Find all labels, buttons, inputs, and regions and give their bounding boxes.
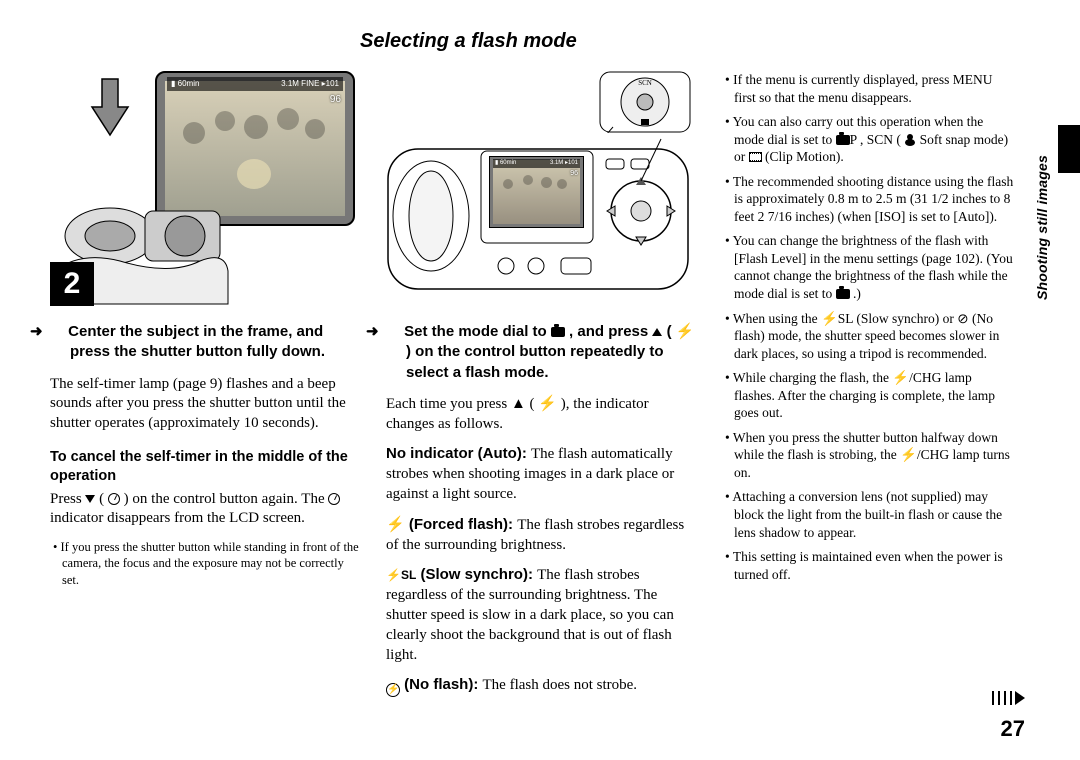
lcd-thumbnail: ▮ 60min 3.1M ▸101 96 — [489, 156, 584, 228]
cancel-heading: To cancel the self-timer in the middle o… — [50, 448, 360, 486]
side-section-label: Shooting still images — [1034, 155, 1050, 300]
flash-icon: ⚡ — [386, 517, 405, 533]
camera-mode-icon — [836, 289, 850, 299]
clip-motion-icon — [749, 152, 762, 162]
note-persist: This setting is maintained even when the… — [722, 548, 1015, 583]
column-1: ▮ 60min 3.1M FINE ▸101 96 — [50, 71, 360, 707]
flash-mode-forced: ⚡ (Forced flash): The flash strobes rega… — [386, 515, 696, 556]
figure-camera-back: SCN — [386, 71, 691, 306]
note-halfpress: When you press the shutter button halfwa… — [722, 429, 1015, 482]
overlay-count: 96 — [330, 93, 341, 106]
page-number: 27 — [1001, 716, 1025, 742]
slow-synchro-icon: ⚡SL — [386, 568, 416, 582]
note-menu: If the menu is currently displayed, pres… — [722, 71, 1015, 106]
cancel-body: Press ( ) on the control button again. T… — [50, 490, 360, 530]
instruction-2: ➜ Set the mode dial to , and press ( ⚡ )… — [386, 322, 696, 383]
page-heading: Selecting a flash mode — [360, 30, 1015, 53]
up-triangle-icon — [652, 328, 662, 336]
mode-dial-callout: SCN — [599, 71, 691, 133]
continued-icon — [991, 689, 1025, 712]
camera-mode-icon — [836, 135, 850, 145]
note-conversion-lens: Attaching a conversion lens (not supplie… — [722, 488, 1015, 541]
selftimer-description: The self-timer lamp (page 9) flashes and… — [50, 375, 360, 434]
self-timer-icon — [328, 493, 340, 505]
note-chg-lamp: While charging the flash, the ⚡/CHG lamp… — [722, 369, 1015, 422]
overlay-battery: ▮ 60min — [171, 79, 199, 90]
figure-step-2: ▮ 60min 3.1M FINE ▸101 96 — [50, 71, 355, 306]
note-distance: The recommended shooting distance using … — [722, 173, 1015, 226]
flash-mode-no-flash: ⚡ (No flash): The flash does not strobe. — [386, 675, 696, 697]
no-flash-icon: ⚡ — [386, 683, 400, 697]
svg-text:SCN: SCN — [638, 79, 652, 87]
flash-mode-auto: No indicator (Auto): The flash automatic… — [386, 444, 696, 504]
column-3-notes: If the menu is currently displayed, pres… — [722, 71, 1015, 707]
flash-cycle-intro: Each time you press ▲ ( ⚡ ), the indicat… — [386, 395, 696, 435]
side-tab — [1058, 125, 1080, 173]
soft-snap-icon — [904, 134, 916, 146]
overlay-quality: 3.1M FINE ▸101 — [281, 79, 339, 90]
instruction-1: ➜ Center the subject in the frame, and p… — [50, 322, 360, 363]
flash-mode-slow-synchro: ⚡SL (Slow synchro): The flash strobes re… — [386, 565, 696, 665]
flash-icon: ⚡ — [676, 323, 695, 340]
note-selftimer: If you press the shutter button while st… — [50, 539, 360, 588]
camera-mode-icon — [551, 327, 565, 337]
down-triangle-icon — [85, 495, 95, 503]
press-down-arrow-icon — [90, 77, 130, 137]
note-flash-level: You can change the brightness of the fla… — [722, 232, 1015, 302]
step-number-box: 2 — [50, 262, 94, 306]
note-tripod: When using the ⚡SL (Slow synchro) or ⊘ (… — [722, 310, 1015, 363]
column-2: SCN — [386, 71, 696, 707]
note-other-modes: You can also carry out this operation wh… — [722, 113, 1015, 166]
self-timer-icon — [108, 493, 120, 505]
